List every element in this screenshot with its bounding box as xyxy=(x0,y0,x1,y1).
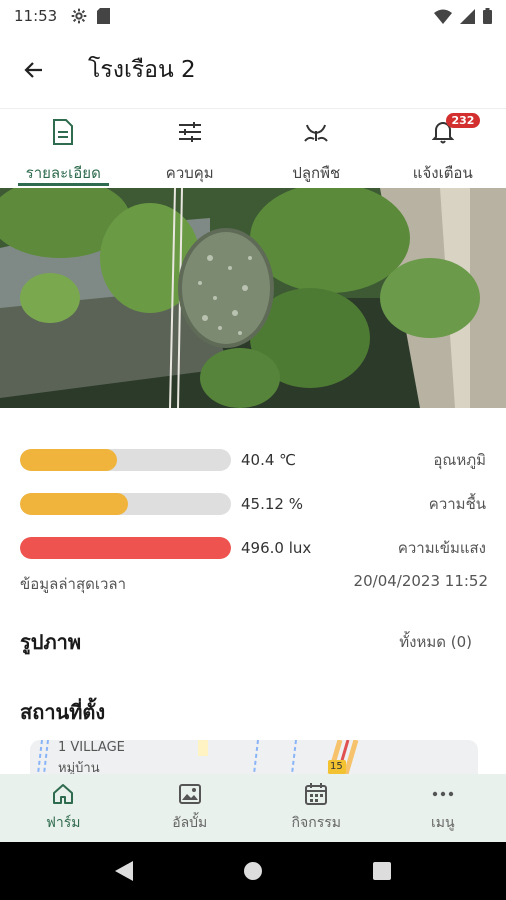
tab-notifications[interactable]: 232 แจ้งเตือน xyxy=(380,109,506,188)
sim-card-icon xyxy=(97,8,111,24)
humidity-bar xyxy=(20,493,231,515)
sensor-humidity: 45.12 % ความชื้น xyxy=(20,482,488,526)
nav-album[interactable]: อัลบั้ม xyxy=(127,774,254,842)
system-navigation-bar xyxy=(0,842,506,900)
bottom-navigation: ฟาร์ม อัลบั้ม กิจกรรม เมนู xyxy=(0,774,506,842)
notification-badge: 232 xyxy=(445,113,481,128)
calendar-icon xyxy=(305,783,328,805)
tab-planting[interactable]: ปลูกพืช xyxy=(253,109,380,188)
back-triangle-icon[interactable] xyxy=(115,861,133,881)
humidity-value: 45.12 % xyxy=(241,495,303,513)
photos-section: รูปภาพ ทั้งหมด (0) xyxy=(20,626,488,658)
tab-label: ปลูกพืช xyxy=(292,164,341,182)
photos-title: รูปภาพ xyxy=(20,630,82,654)
location-map[interactable]: 1 VILLAGE หมู่บ้าน 15 xyxy=(30,740,478,774)
sensor-light: 496.0 lux ความเข้มแสง xyxy=(20,526,488,570)
map-label-village-th: หมู่บ้าน xyxy=(58,761,100,774)
temperature-bar xyxy=(20,449,231,471)
nav-farm[interactable]: ฟาร์ม xyxy=(0,774,127,842)
arrow-left-icon xyxy=(24,62,42,78)
document-icon xyxy=(53,119,74,145)
home-circle-icon[interactable] xyxy=(243,861,263,881)
home-icon xyxy=(53,784,74,804)
humidity-bar-fill xyxy=(20,493,128,515)
nav-activities[interactable]: กิจกรรม xyxy=(253,774,380,842)
temperature-bar-fill xyxy=(20,449,118,471)
more-horizontal-icon xyxy=(432,791,453,797)
light-value: 496.0 lux xyxy=(241,539,312,557)
location-section: สถานที่ตั้ง xyxy=(20,696,488,728)
temperature-label: อุณหภูมิ xyxy=(433,451,486,469)
last-update-label: ข้อมูลล่าสุดเวลา xyxy=(20,575,127,593)
photos-all-link[interactable]: ทั้งหมด (0) xyxy=(399,630,472,654)
sliders-icon xyxy=(178,122,201,142)
sensor-temperature: 40.4 ℃ อุณหภูมิ xyxy=(20,438,488,482)
status-bar: 11:53 xyxy=(0,0,506,32)
greenhouse-photo xyxy=(0,188,506,408)
app-bar: โรงเรือน 2 xyxy=(0,32,506,108)
light-bar xyxy=(20,537,231,559)
humidity-label: ความชื้น xyxy=(428,495,486,513)
nav-menu[interactable]: เมนู xyxy=(380,774,506,842)
settings-icon xyxy=(71,8,87,24)
temperature-value: 40.4 ℃ xyxy=(241,451,297,469)
tab-label: ควบคุม xyxy=(165,164,214,182)
back-button[interactable] xyxy=(0,32,68,108)
nav-label: ฟาร์ม xyxy=(45,815,81,831)
last-update: ข้อมูลล่าสุดเวลา 20/04/2023 11:52 xyxy=(20,572,488,596)
nav-label: กิจกรรม xyxy=(291,815,341,831)
tab-label: แจ้งเตือน xyxy=(412,164,473,182)
last-update-value: 20/04/2023 11:52 xyxy=(353,572,488,590)
wifi-icon xyxy=(434,9,452,24)
tab-bar: รายละเอียด ควบคุม ปลูกพืช 232 แจ้งเตือน xyxy=(0,108,506,188)
image-icon xyxy=(178,784,201,804)
map-road-sign: 15 xyxy=(330,761,343,772)
tab-details[interactable]: รายละเอียด xyxy=(0,109,127,188)
sprout-icon xyxy=(304,124,329,142)
sensor-list: 40.4 ℃ อุณหภูมิ 45.12 % ความชื้น 496.0 l… xyxy=(20,438,488,570)
map-label-village: 1 VILLAGE xyxy=(58,740,125,755)
signal-icon xyxy=(460,8,475,24)
light-bar-fill xyxy=(20,537,231,559)
status-time: 11:53 xyxy=(14,7,58,25)
tab-control[interactable]: ควบคุม xyxy=(127,109,254,188)
battery-icon xyxy=(483,8,492,24)
nav-label: อัลบั้ม xyxy=(172,815,208,831)
light-label: ความเข้มแสง xyxy=(397,539,486,557)
page-title: โรงเรือน 2 xyxy=(88,57,196,83)
recents-square-icon[interactable] xyxy=(373,862,391,880)
nav-label: เมนู xyxy=(430,815,455,831)
location-title: สถานที่ตั้ง xyxy=(20,700,106,724)
tab-label: รายละเอียด xyxy=(25,164,101,182)
